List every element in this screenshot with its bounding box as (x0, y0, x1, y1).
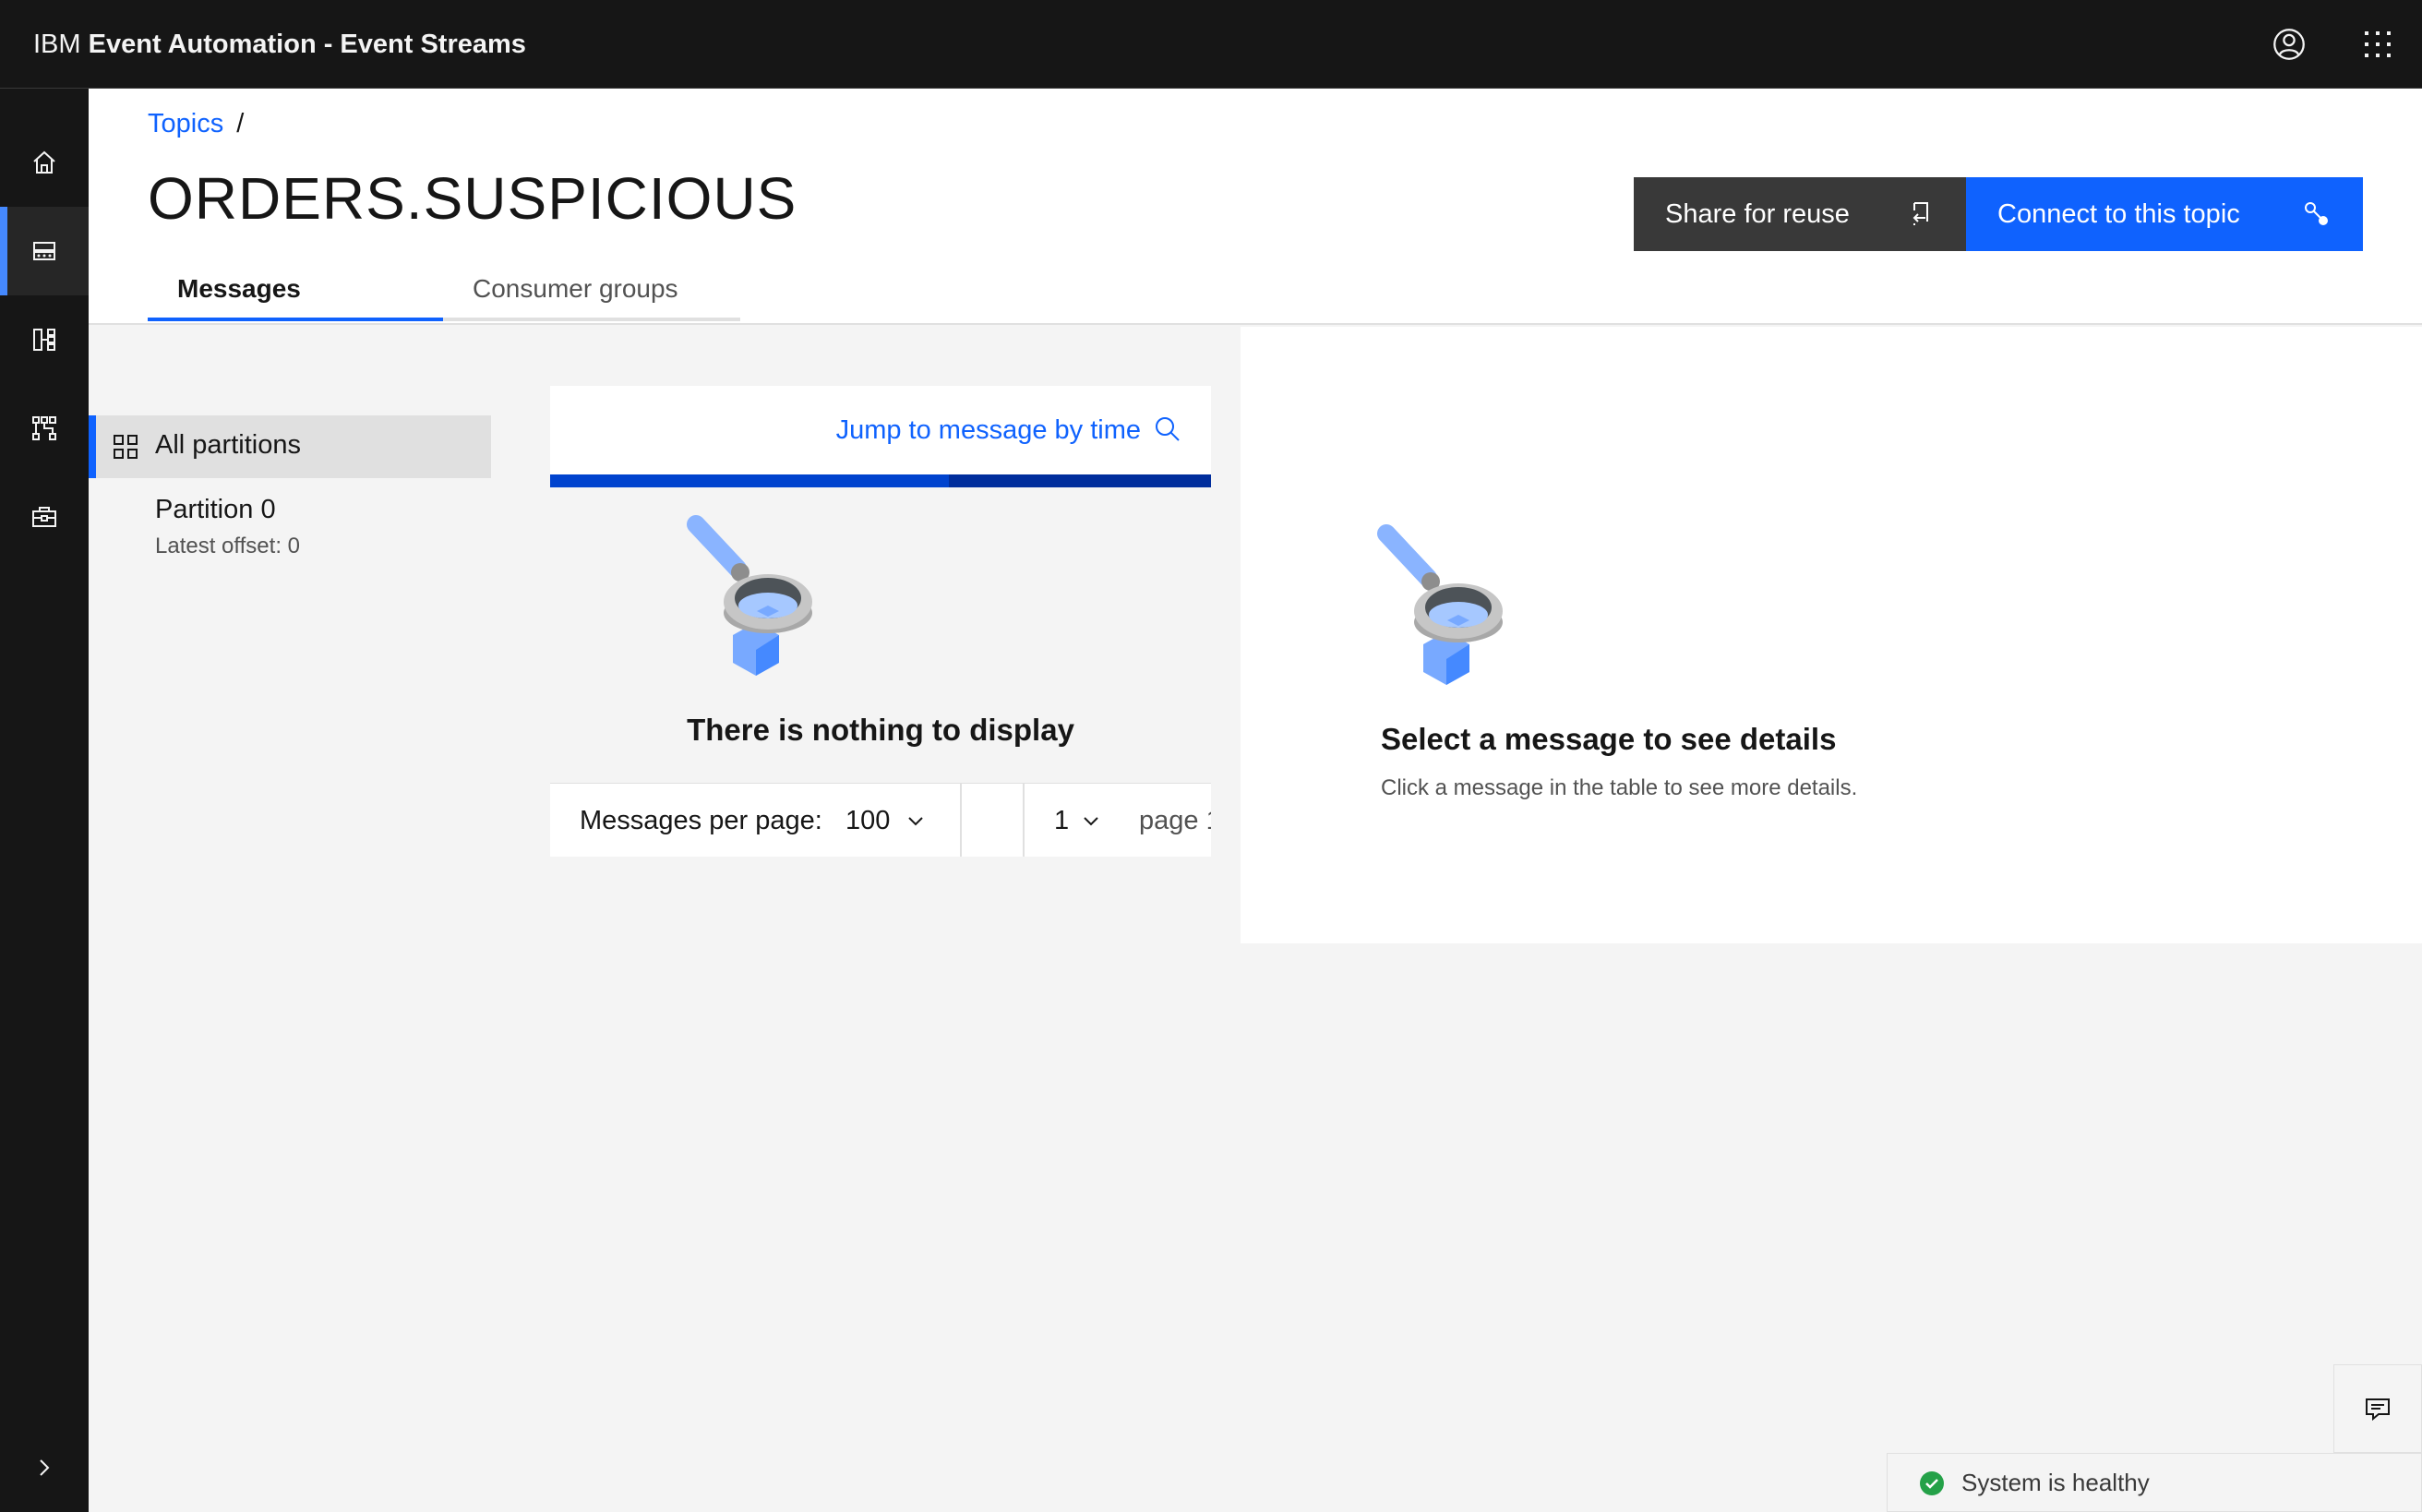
page-number-select[interactable]: 1 (1054, 806, 1069, 836)
empty-state-magnifier-icon (687, 515, 812, 676)
nav-home[interactable] (0, 118, 89, 207)
system-status-bar[interactable]: System is healthy (1887, 1453, 2422, 1512)
share-button-label: Share for reuse (1665, 198, 1850, 229)
home-icon (33, 150, 55, 174)
connect-to-topic-button[interactable]: Connect to this topic (1966, 177, 2363, 251)
details-empty-title: Select a message to see details (1381, 722, 1837, 756)
partition-0-offset: Latest offset: 0 (155, 534, 300, 558)
connect-icon (2305, 202, 2328, 225)
empty-state-title: There is nothing to display (687, 713, 1074, 747)
pagination-divider (1023, 784, 1025, 857)
messages-toolbar: Jump to message by time (550, 386, 1211, 474)
expand-nav-button[interactable] (0, 1423, 89, 1512)
breadcrumb-separator: / (236, 109, 245, 138)
product-name[interactable]: IBM Event Automation - Event Streams (33, 0, 526, 89)
topics-icon (33, 242, 55, 260)
feedback-button[interactable] (2333, 1364, 2422, 1453)
brand-product: Event Automation - Event Streams (88, 30, 526, 59)
empty-state-magnifier-icon (1377, 524, 1503, 685)
pagination-divider (960, 784, 962, 857)
chevron-right-icon (40, 1459, 50, 1476)
toolbox-icon (32, 507, 56, 527)
page-header: Topics / ORDERS.SUSPICIOUS Messages Consu… (89, 89, 2422, 325)
system-status-text: System is healthy (1961, 1469, 2150, 1496)
nav-topics[interactable] (0, 207, 89, 295)
top-header: IBM Event Automation - Event Streams (0, 0, 2422, 89)
details-empty-subtitle: Click a message in the table to see more… (1381, 775, 1858, 800)
message-details-panel: Select a message to see details Click a … (1241, 327, 2422, 943)
tab-messages[interactable]: Messages (148, 266, 443, 321)
per-page-label: Messages per page: (580, 806, 822, 835)
jump-to-message-link[interactable]: Jump to message by time (836, 415, 1141, 446)
tab-consumer-groups[interactable]: Consumer groups (443, 266, 740, 321)
search-icon[interactable] (1154, 415, 1181, 443)
messages-panel: Jump to message by time There is nothing… (550, 386, 1211, 857)
breadcrumb: Topics / (148, 109, 244, 139)
nav-schemas[interactable] (0, 295, 89, 384)
chevron-down-icon[interactable] (1080, 810, 1102, 832)
page-indicator: page 1 (1139, 806, 1211, 835)
app-switcher-button[interactable] (2348, 15, 2407, 74)
user-profile-button[interactable] (2260, 15, 2319, 74)
app-switcher-icon (2365, 31, 2391, 57)
page-title: ORDERS.SUSPICIOUS (148, 165, 797, 232)
nav-toolbox[interactable] (0, 473, 89, 561)
consumer-groups-icon (32, 416, 56, 440)
nav-consumer-groups[interactable] (0, 384, 89, 473)
loading-bar-segment (949, 474, 1211, 487)
user-avatar-icon (2273, 29, 2305, 60)
tab-list: Messages Consumer groups (148, 266, 740, 321)
share-for-reuse-button[interactable]: Share for reuse (1634, 177, 1966, 251)
loading-bar (550, 474, 1211, 487)
breadcrumb-topics-link[interactable]: Topics (148, 109, 223, 138)
share-icon (1912, 202, 1928, 225)
chat-icon (2366, 1398, 2390, 1422)
partition-item-0[interactable]: Partition 0 (155, 495, 276, 525)
page-size-select[interactable]: 100 (845, 806, 890, 836)
schema-icon (33, 329, 55, 351)
partition-item-all[interactable]: All partitions (89, 415, 491, 478)
partition-all-label: All partitions (155, 430, 301, 460)
pagination-bar: Messages per page: 100 1 page 1 (550, 783, 1211, 857)
connect-button-label: Connect to this topic (1997, 198, 2240, 229)
brand-prefix: IBM (33, 30, 81, 59)
grid-icon (114, 435, 138, 459)
checkmark-filled-icon (1920, 1471, 1944, 1495)
side-navigation (0, 89, 89, 1512)
chevron-down-icon[interactable] (905, 810, 927, 832)
